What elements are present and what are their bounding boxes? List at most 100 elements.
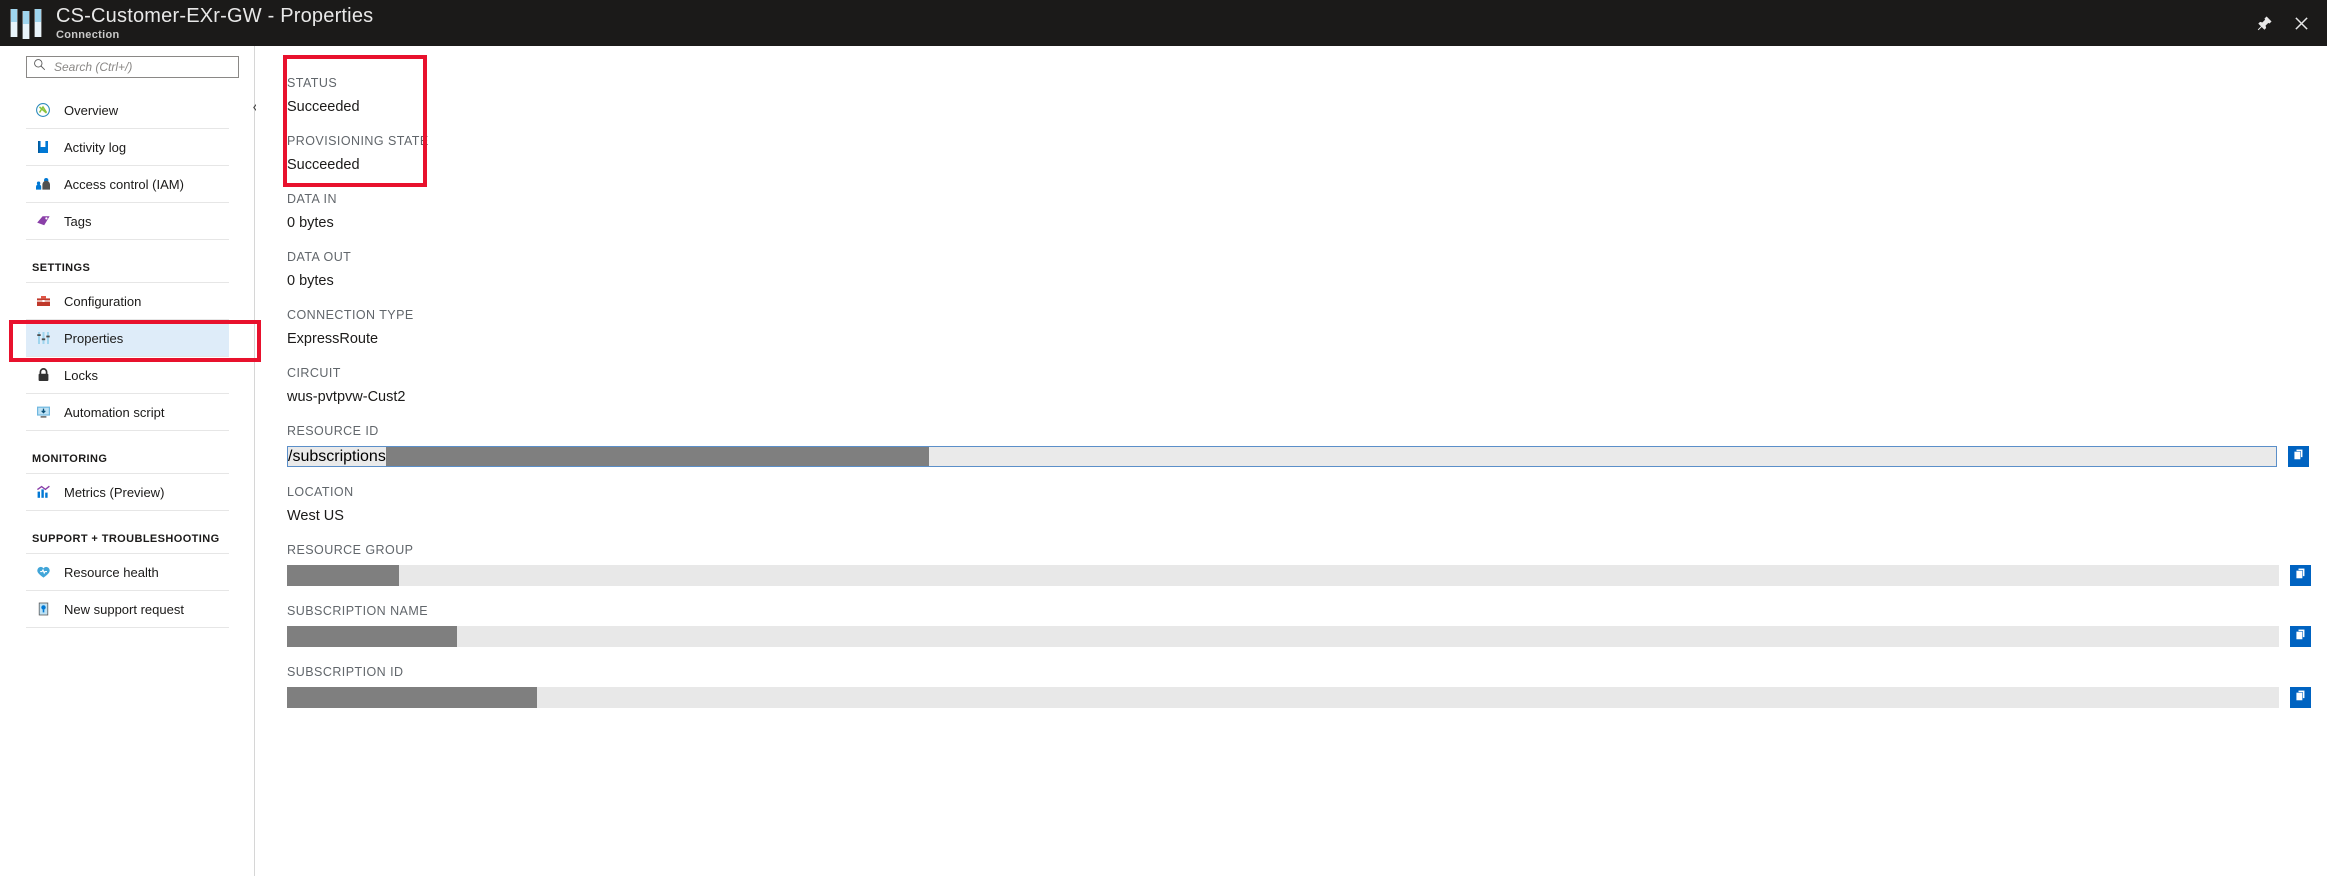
field-label: RESOURCE ID — [287, 424, 379, 438]
sidebar-item-tags[interactable]: Tags — [26, 203, 229, 240]
window-title-bar: CS-Customer-EXr-GW - Properties Connecti… — [0, 0, 2327, 46]
properties-field-list: STATUS Succeeded PROVISIONING STATE Succ… — [256, 46, 2327, 708]
subscription-name-input[interactable] — [287, 626, 2279, 647]
field-provisioning-state: PROVISIONING STATE Succeeded — [287, 116, 2327, 174]
sidebar-item-label: Configuration — [64, 293, 142, 309]
field-data-in: DATA IN 0 bytes — [287, 174, 2327, 232]
field-label: CIRCUIT — [287, 366, 341, 380]
access-control-icon — [32, 174, 54, 194]
resource-id-row: /subscriptions — [287, 446, 2311, 467]
copy-subscription-name-button[interactable] — [2290, 626, 2311, 647]
azure-portal-logo-icon — [10, 9, 44, 39]
sidebar-item-resource-health[interactable]: Resource health — [26, 554, 229, 591]
sidebar-item-metrics[interactable]: Metrics (Preview) — [26, 474, 229, 511]
field-location: LOCATION West US — [287, 467, 2327, 525]
resource-id-visible-text: /subscriptions — [288, 447, 386, 465]
sidebar-item-label: Activity log — [64, 139, 127, 155]
sidebar-item-label: Locks — [64, 367, 98, 383]
metrics-icon — [32, 482, 54, 502]
search-input[interactable] — [52, 59, 222, 75]
sidebar-nav-list: Overview Activity log Access control (IA… — [0, 92, 229, 628]
field-label: CONNECTION TYPE — [287, 308, 414, 322]
redaction-overlay — [287, 626, 457, 647]
field-value: 0 bytes — [287, 273, 334, 289]
field-value: West US — [287, 508, 344, 524]
field-label: SUBSCRIPTION NAME — [287, 604, 428, 618]
activity-log-icon — [32, 137, 54, 157]
sidebar-item-label: Properties — [64, 330, 124, 346]
page-title: CS-Customer-EXr-GW - Properties — [56, 4, 374, 27]
field-subscription-name: SUBSCRIPTION NAME — [287, 586, 2327, 647]
field-label: SUBSCRIPTION ID — [287, 665, 404, 679]
sidebar-item-activity-log[interactable]: Activity log — [26, 129, 229, 166]
field-value: Succeeded — [287, 157, 360, 173]
resource-group-row — [287, 565, 2311, 586]
configuration-icon — [32, 291, 54, 311]
sidebar-item-label: New support request — [64, 601, 184, 617]
sidebar-item-label: Overview — [64, 102, 119, 118]
search-box[interactable] — [26, 56, 239, 78]
sidebar-item-label: Resource health — [64, 564, 159, 580]
redaction-overlay — [385, 447, 929, 466]
field-data-out: DATA OUT 0 bytes — [287, 232, 2327, 290]
copy-icon — [2294, 689, 2307, 707]
sidebar-item-new-support-request[interactable]: New support request — [26, 591, 229, 628]
field-label: STATUS — [287, 76, 338, 90]
field-label: DATA OUT — [287, 250, 352, 264]
sidebar-group-heading-settings: SETTINGS — [26, 240, 229, 283]
sidebar-group-heading-monitoring: MONITORING — [26, 431, 229, 474]
subscription-id-input[interactable] — [287, 687, 2279, 708]
field-resource-id: RESOURCE ID /subscriptions — [287, 406, 2327, 467]
copy-subscription-id-button[interactable] — [2290, 687, 2311, 708]
resource-health-icon — [32, 562, 54, 582]
sidebar-item-automation-script[interactable]: Automation script — [26, 394, 229, 431]
field-value: 0 bytes — [287, 215, 334, 231]
close-icon[interactable] — [2294, 16, 2309, 31]
field-label: LOCATION — [287, 485, 354, 499]
sidebar-item-access-control[interactable]: Access control (IAM) — [26, 166, 229, 203]
field-label: DATA IN — [287, 192, 337, 206]
page-subtitle: Connection — [56, 28, 120, 41]
field-circuit: CIRCUIT wus-pvtpvw-Cust2 — [287, 348, 2327, 406]
sidebar-item-properties[interactable]: Properties — [26, 320, 229, 357]
properties-pane: STATUS Succeeded PROVISIONING STATE Succ… — [256, 46, 2327, 876]
field-subscription-id: SUBSCRIPTION ID — [287, 647, 2327, 708]
sidebar-search-row — [0, 46, 254, 78]
window-title-group: CS-Customer-EXr-GW - Properties Connecti… — [56, 5, 373, 42]
search-icon — [33, 58, 46, 76]
sidebar: Overview Activity log Access control (IA… — [0, 46, 262, 876]
copy-resource-id-button[interactable] — [2288, 446, 2309, 467]
window-actions — [2257, 15, 2327, 31]
resource-id-input[interactable]: /subscriptions — [287, 446, 2277, 467]
overview-icon — [32, 100, 54, 120]
properties-icon — [32, 328, 54, 348]
locks-icon — [32, 365, 54, 385]
field-status: STATUS Succeeded — [287, 58, 2327, 116]
redaction-overlay — [287, 565, 399, 586]
support-request-icon — [32, 599, 54, 619]
copy-icon — [2292, 448, 2305, 466]
sidebar-item-label: Metrics (Preview) — [64, 484, 165, 500]
sidebar-item-label: Tags — [64, 213, 92, 229]
sidebar-item-configuration[interactable]: Configuration — [26, 283, 229, 320]
sidebar-item-label: Automation script — [64, 404, 165, 420]
redaction-overlay — [287, 687, 537, 708]
tags-icon — [32, 211, 54, 231]
field-label: PROVISIONING STATE — [287, 134, 429, 148]
subscription-id-row — [287, 687, 2311, 708]
field-label: RESOURCE GROUP — [287, 543, 414, 557]
copy-icon — [2294, 628, 2307, 646]
sidebar-item-overview[interactable]: Overview — [26, 92, 229, 129]
automation-script-icon — [32, 402, 54, 422]
copy-resource-group-button[interactable] — [2290, 565, 2311, 586]
field-value: ExpressRoute — [287, 331, 379, 347]
copy-icon — [2294, 567, 2307, 585]
field-value: Succeeded — [287, 99, 360, 115]
pin-icon[interactable] — [2257, 15, 2272, 31]
subscription-name-row — [287, 626, 2311, 647]
sidebar-item-label: Access control (IAM) — [64, 176, 184, 192]
sidebar-group-heading-support: SUPPORT + TROUBLESHOOTING — [26, 511, 229, 554]
sidebar-item-locks[interactable]: Locks — [26, 357, 229, 394]
field-connection-type: CONNECTION TYPE ExpressRoute — [287, 290, 2327, 348]
resource-group-input[interactable] — [287, 565, 2279, 586]
